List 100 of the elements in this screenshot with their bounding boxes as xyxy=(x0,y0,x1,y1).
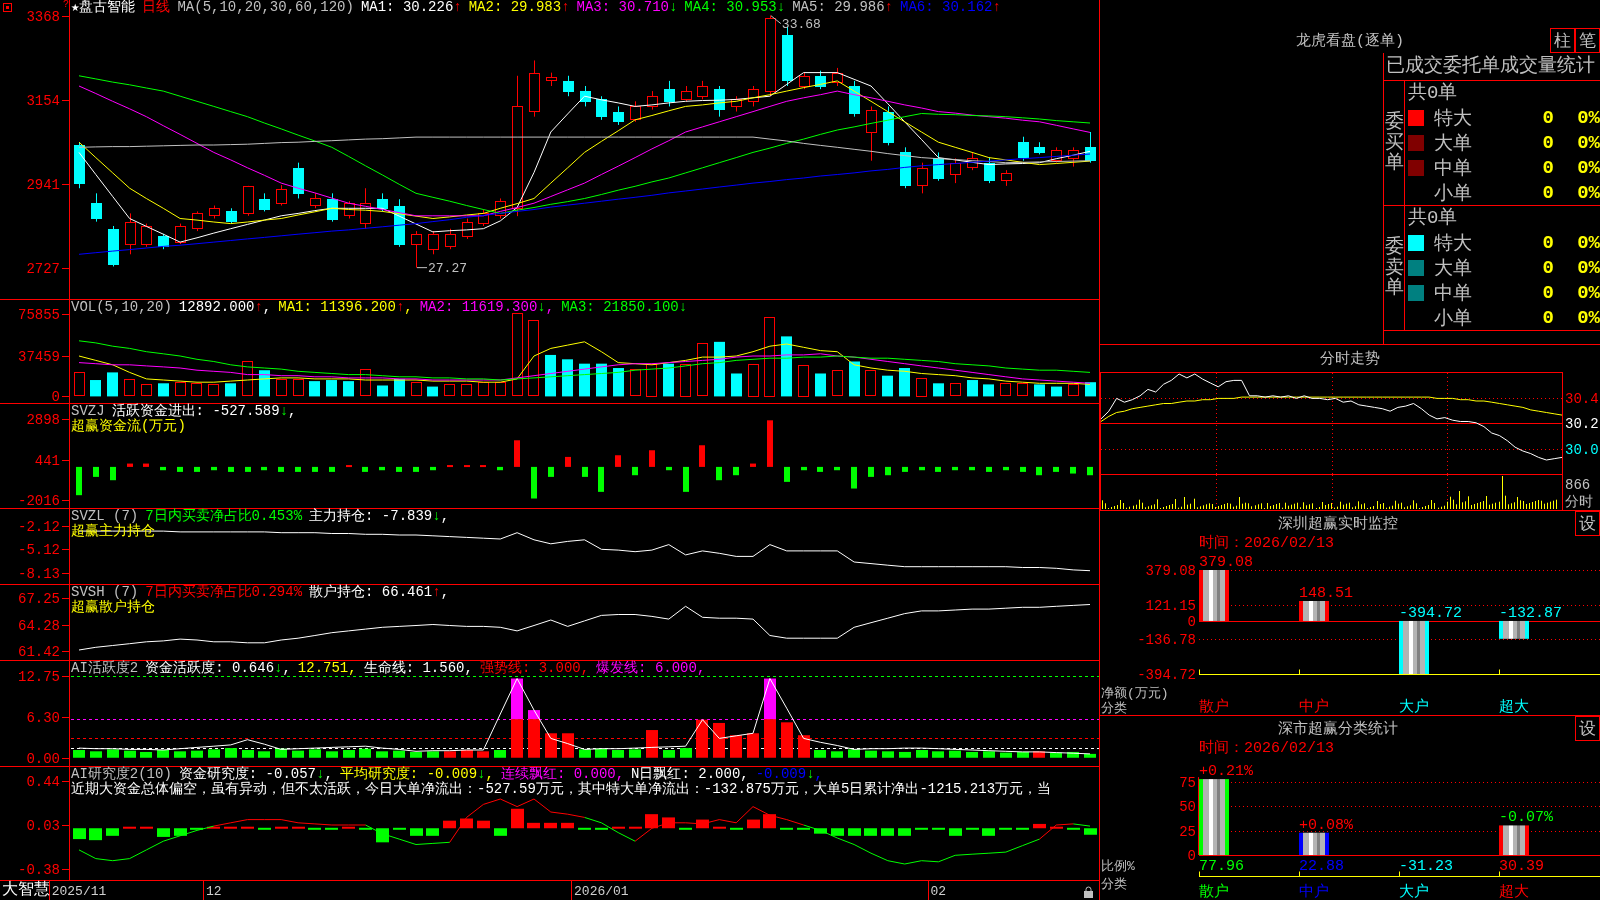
axis-label: 2727 xyxy=(26,260,60,277)
category-label: 散户 xyxy=(1199,699,1229,716)
candle xyxy=(478,208,489,227)
axis-label: 0 xyxy=(51,388,60,405)
legend-text: MA3: 30.710↓ xyxy=(576,0,678,15)
candle xyxy=(360,187,371,230)
settings-button[interactable]: 设 xyxy=(1575,716,1600,741)
axis-label: 67.25 xyxy=(18,590,60,607)
value-label: 22.88 xyxy=(1299,858,1344,875)
candle xyxy=(158,233,169,250)
axis-label: 37459 xyxy=(18,348,60,365)
lock-icon[interactable] xyxy=(1084,886,1093,898)
legend-text: MA4: 30.953↓ xyxy=(684,0,786,15)
annotation: 27.27 xyxy=(428,260,468,276)
candle xyxy=(192,210,203,232)
square-icon[interactable] xyxy=(3,3,12,12)
price-label: 30.4 xyxy=(1565,390,1599,407)
order-percent: 0% xyxy=(1577,157,1600,179)
legend-text: -0.009↓, xyxy=(755,767,823,782)
order-percent: 0% xyxy=(1577,132,1600,154)
order-size-label: 中单 xyxy=(1434,157,1472,181)
candle xyxy=(900,146,911,189)
axis-label: -136.78 xyxy=(1137,631,1196,648)
candle xyxy=(141,223,152,248)
legend-text: VOL(5,10,20) xyxy=(71,300,172,315)
order-count: 0 xyxy=(1542,157,1554,179)
order-size-label: 特大 xyxy=(1434,232,1472,256)
value-label: -132.87 xyxy=(1499,604,1562,622)
chart-mode-button[interactable]: 柱 xyxy=(1550,27,1575,53)
timestamp: 时间：2026/02/13 xyxy=(1199,741,1334,757)
axis-label: 0.03 xyxy=(26,817,60,834)
candle xyxy=(293,162,304,199)
legend-text: 日线 xyxy=(142,0,171,15)
price-label: 30.2 xyxy=(1565,415,1599,432)
candle xyxy=(563,75,574,97)
legend-text: 7日内买卖净占比0.294% xyxy=(145,585,303,600)
legend-text: MA5: 29.986↑ xyxy=(792,0,893,15)
legend-text: 资金活跃度: 0.646↓, xyxy=(145,661,291,676)
order-count: 0 xyxy=(1542,107,1554,129)
legend-text: 7日内买卖净占比0.453% xyxy=(145,509,303,524)
axis-label: 0.44 xyxy=(26,773,60,790)
legend-text: SVSH (7) xyxy=(71,585,139,600)
order-size-label: 小单 xyxy=(1434,307,1472,331)
axis-label: 6.30 xyxy=(26,709,60,726)
candle xyxy=(815,70,826,90)
candle xyxy=(714,85,725,118)
annotation: 33.68 xyxy=(781,16,821,32)
change-label: +0.21% xyxy=(1199,763,1253,781)
order-size-label: 中单 xyxy=(1434,282,1472,306)
candle xyxy=(529,59,540,118)
candle xyxy=(394,198,405,248)
axis-label: 25 xyxy=(1179,823,1196,840)
axis-label: -8.13 xyxy=(18,565,60,582)
candle xyxy=(276,184,287,207)
legend-text: 连续飘红: 0.000, xyxy=(500,767,625,782)
order-size-label: 小单 xyxy=(1434,182,1472,206)
axis-label: 866 xyxy=(1565,477,1591,493)
candle xyxy=(445,228,456,250)
value-label: 379.08 xyxy=(1199,554,1253,571)
candle xyxy=(883,105,894,146)
candle xyxy=(782,26,793,87)
order-total: 共0单 xyxy=(1408,81,1458,105)
value-label: 77.96 xyxy=(1199,858,1244,875)
settings-button[interactable]: 设 xyxy=(1575,511,1600,536)
legend-text: 活跃资金进出: -527.589↓, xyxy=(111,404,297,419)
legend-text: MA2: 11619.300↓, xyxy=(419,300,555,315)
axis-label: -2.12 xyxy=(18,518,60,535)
category-label: 大户 xyxy=(1399,884,1429,900)
category-label: 大户 xyxy=(1399,699,1429,716)
panel-title: 分时走势 xyxy=(1320,349,1380,368)
change-label: -0.07% xyxy=(1499,809,1553,827)
date-label: 12 xyxy=(206,884,222,899)
legend-text: N日飘红: 2.000, xyxy=(631,767,749,782)
order-percent: 0% xyxy=(1577,282,1600,304)
candle xyxy=(647,90,658,111)
candle xyxy=(1018,136,1029,162)
table-title: 已成交委托单成交量统计 xyxy=(1386,55,1595,77)
date-label: 2025/11 xyxy=(51,884,107,899)
legend-text: 爆发线: 6.000, xyxy=(596,661,706,676)
axis-label: -394.72 xyxy=(1137,666,1196,683)
legend-text: ★盘古智能 xyxy=(71,0,136,15)
legend-text: 散户持仓: 66.461↑, xyxy=(309,585,450,600)
value-label: -31.23 xyxy=(1399,858,1453,875)
candle xyxy=(866,105,877,162)
candle xyxy=(462,218,473,240)
axis-title: 分类 xyxy=(1101,877,1127,892)
legend-text: AI活跃度2 xyxy=(71,661,139,676)
order-size-label: 大单 xyxy=(1434,132,1472,156)
date-label: 2026/01 xyxy=(574,884,629,899)
order-percent: 0% xyxy=(1577,307,1600,329)
axis-label: 0.00 xyxy=(26,750,60,767)
axis-label: 3368 xyxy=(26,8,60,25)
candle xyxy=(125,212,136,255)
candle xyxy=(428,230,439,255)
chart-mode-button[interactable]: 笔 xyxy=(1575,27,1600,53)
order-percent: 0% xyxy=(1577,232,1600,254)
date-label: 02 xyxy=(930,884,947,899)
candle xyxy=(681,85,692,102)
help-mark[interactable]: ? xyxy=(63,0,69,10)
legend-text: 平均研究度: -0.009↓, xyxy=(339,767,494,782)
